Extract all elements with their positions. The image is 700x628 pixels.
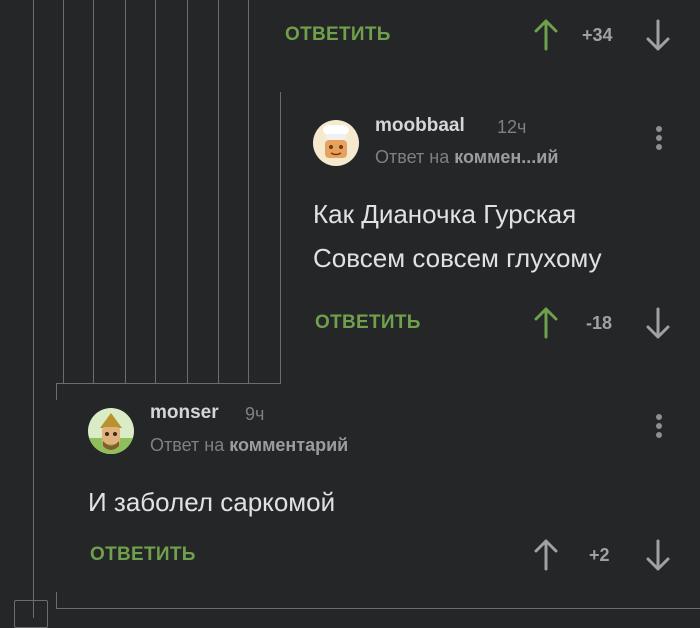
score: -18 xyxy=(586,313,613,333)
more-options-icon[interactable] xyxy=(653,123,665,157)
reply-to-link[interactable]: комментарий xyxy=(229,435,348,455)
reply-to-link[interactable]: коммен...ий xyxy=(454,147,558,167)
author-name[interactable]: moobbaal xyxy=(375,115,465,137)
author-name[interactable]: monser xyxy=(150,402,219,424)
downvote-arrow-icon[interactable] xyxy=(646,306,670,340)
reply-button[interactable]: ОТВЕТИТЬ xyxy=(90,544,196,566)
downvote-arrow-icon[interactable] xyxy=(646,18,670,52)
timestamp: 9ч xyxy=(245,404,265,424)
comment-text: Как Дианочка Гурская Совсем совсем глухо… xyxy=(313,192,602,280)
timestamp: 12ч xyxy=(497,117,527,137)
reply-to-prefix: Ответ на xyxy=(150,435,225,455)
more-options-icon[interactable] xyxy=(653,411,665,445)
reply-to-line: Ответ на коммен...ий xyxy=(375,147,558,168)
reply-button[interactable]: ОТВЕТИТЬ xyxy=(315,312,421,334)
upvote-arrow-icon[interactable] xyxy=(534,18,558,52)
score: +34 xyxy=(582,25,613,45)
upvote-arrow-icon[interactable] xyxy=(534,306,558,340)
avatar-image xyxy=(88,413,134,454)
avatar[interactable] xyxy=(313,120,359,166)
comment-text: И заболел саркомой xyxy=(88,487,336,517)
avatar[interactable] xyxy=(88,408,134,454)
comment-text-line: Совсем совсем глухому xyxy=(313,243,602,273)
downvote-arrow-icon[interactable] xyxy=(646,538,670,572)
comment-text-line: Как Дианочка Гурская xyxy=(313,199,577,229)
collapse-box[interactable] xyxy=(14,600,48,628)
reply-button[interactable]: ОТВЕТИТЬ xyxy=(285,24,391,46)
reply-to-prefix: Ответ на xyxy=(375,147,450,167)
avatar-image xyxy=(323,125,349,158)
reply-to-line: Ответ на комментарий xyxy=(150,435,348,456)
upvote-arrow-icon[interactable] xyxy=(534,538,558,572)
score: +2 xyxy=(589,545,610,565)
